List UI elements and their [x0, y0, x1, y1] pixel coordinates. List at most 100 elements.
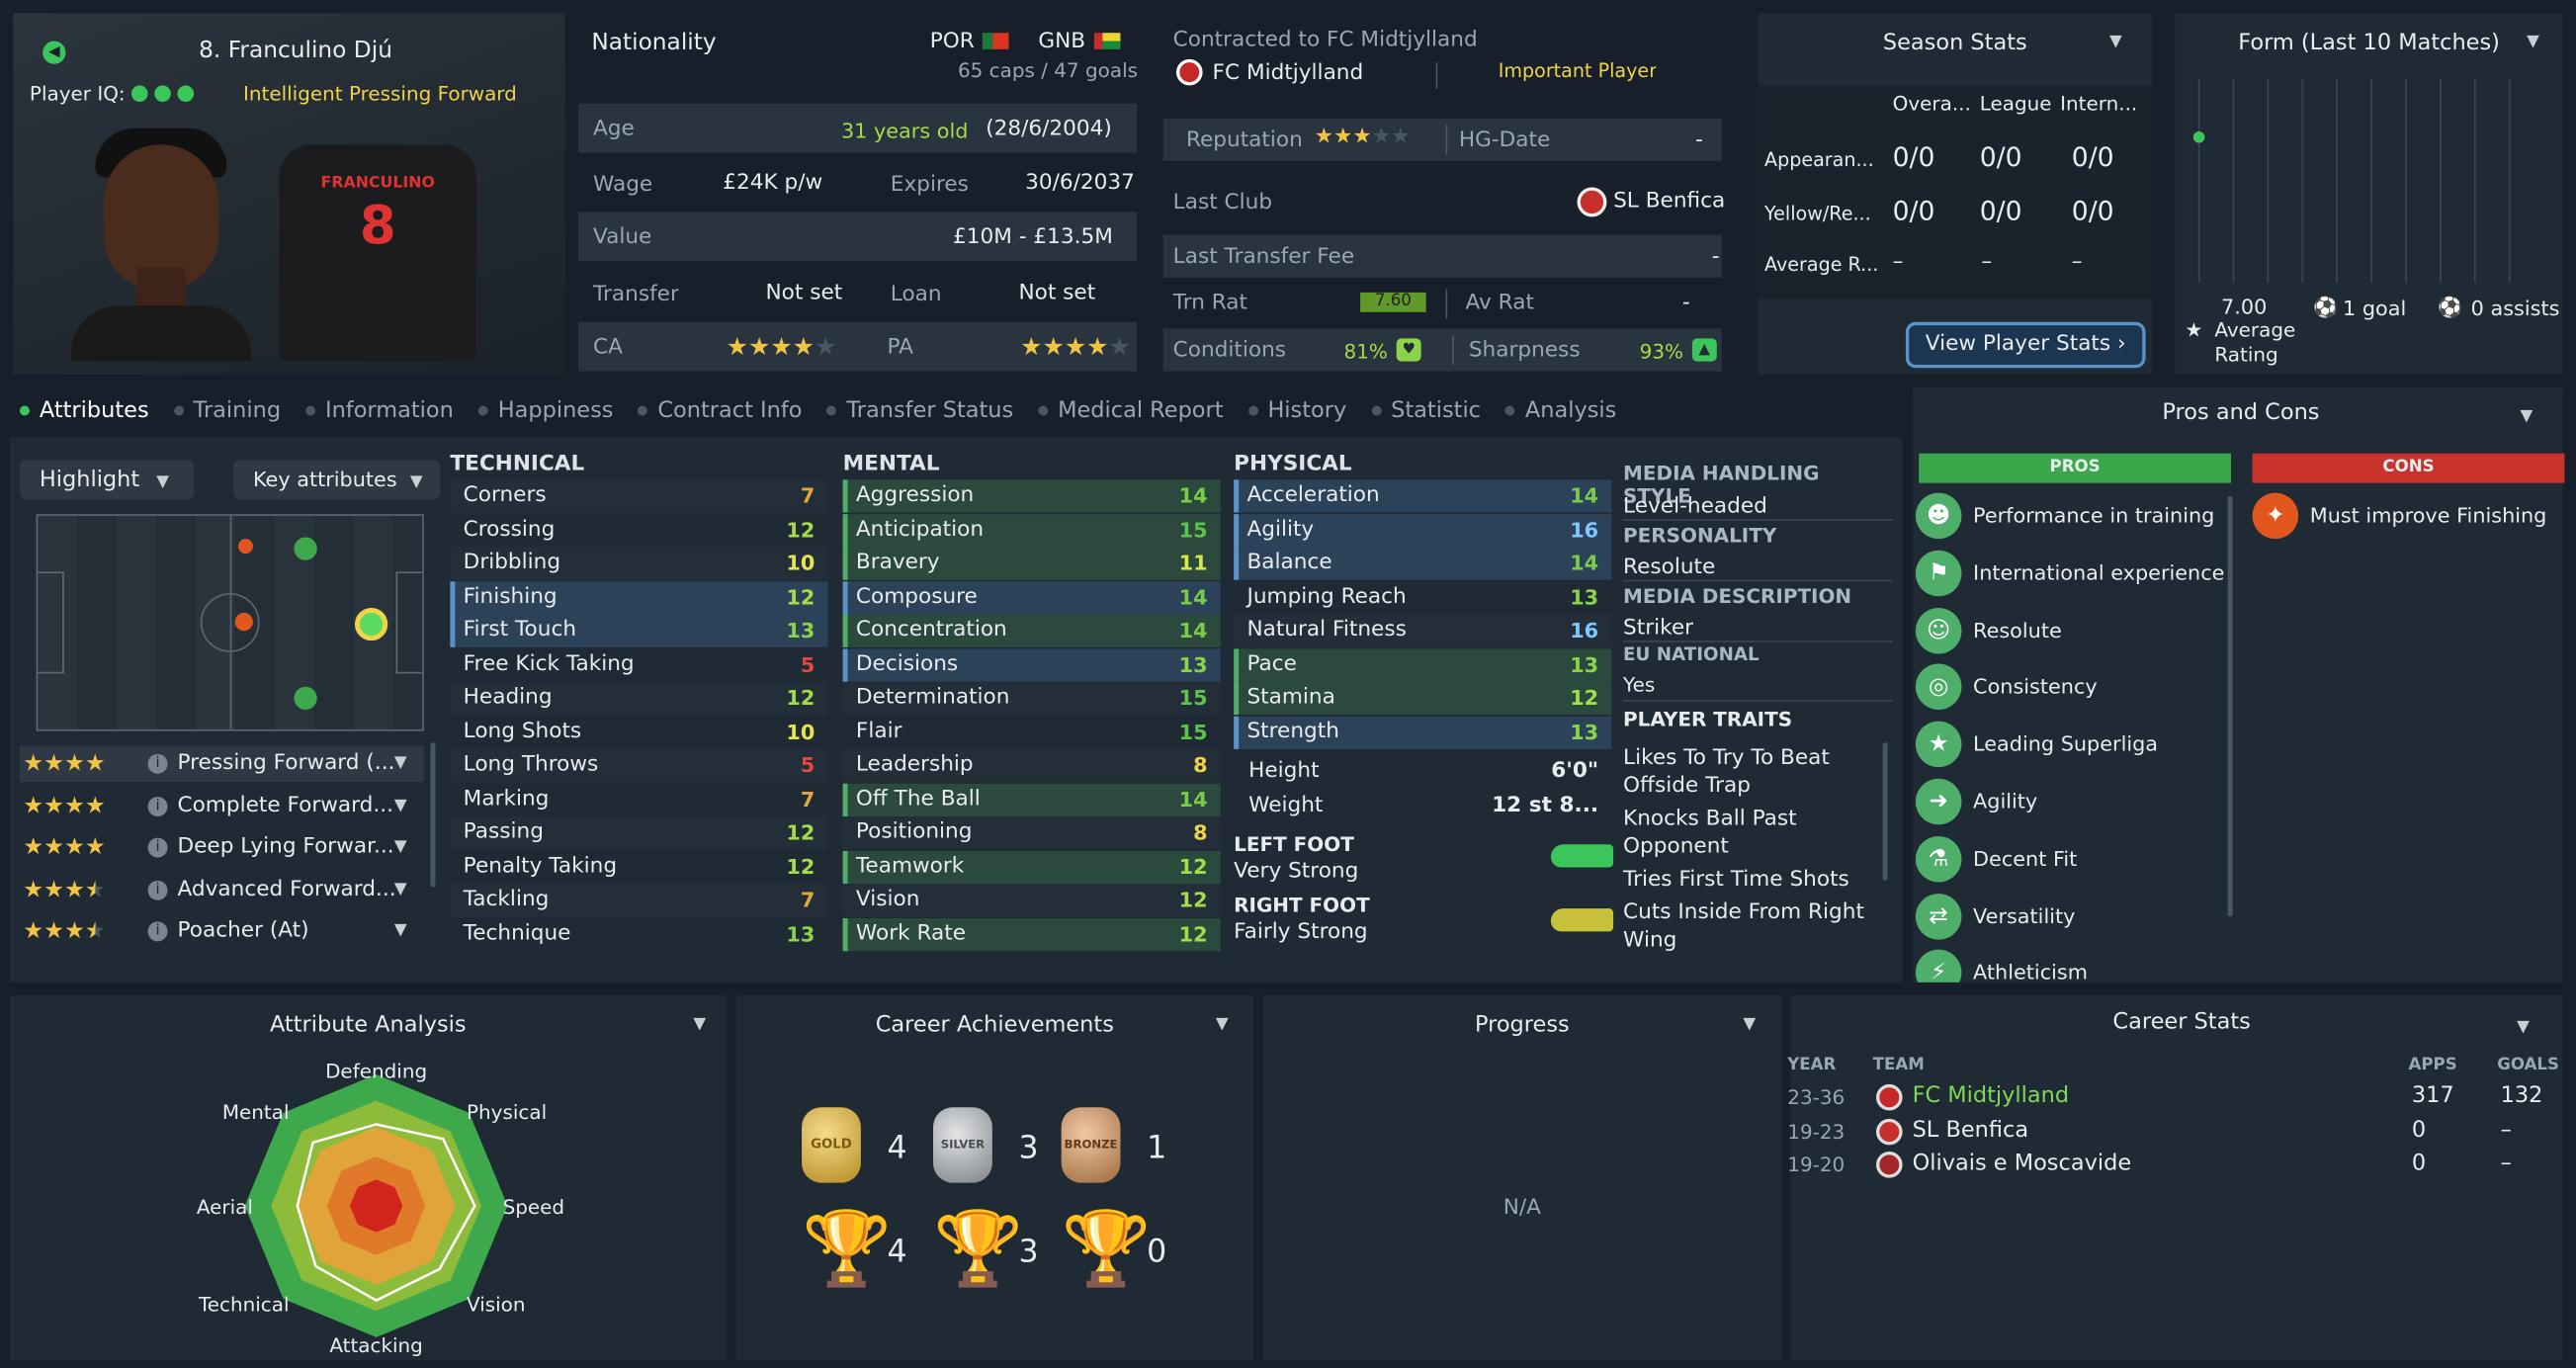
- chevron-down-icon[interactable]: ▼: [394, 829, 407, 866]
- attribute-row[interactable]: Off The Ball 14: [842, 782, 1221, 816]
- chevron-down-icon[interactable]: ▼: [2109, 33, 2122, 50]
- info-icon[interactable]: i: [147, 837, 168, 858]
- season-cell: 0/0: [1979, 140, 2022, 173]
- attribute-name: Long Shots: [463, 719, 582, 744]
- chevron-down-icon[interactable]: ▼: [1216, 1015, 1229, 1033]
- role-row[interactable]: ★★★★ i Pressing Forward (... ▼: [19, 745, 424, 783]
- nationality-2[interactable]: GNB: [1038, 30, 1085, 54]
- chevron-down-icon[interactable]: ▼: [2517, 1018, 2530, 1036]
- attribute-row[interactable]: Work Rate 12: [842, 917, 1221, 951]
- chevron-down-icon[interactable]: ▼: [2527, 33, 2539, 50]
- attribute-row[interactable]: Acceleration 14: [1234, 479, 1612, 513]
- attribute-row[interactable]: Technique 13: [450, 917, 827, 950]
- last-club-value[interactable]: SL Benfica: [1613, 189, 1725, 214]
- attribute-name: Stamina: [1246, 685, 1335, 710]
- attribute-row[interactable]: Penalty Taking 12: [450, 850, 827, 883]
- view-player-stats-label: View Player Stats: [1925, 331, 2111, 357]
- tab-history[interactable]: History: [1247, 397, 1346, 427]
- club-name[interactable]: FC Midtjylland: [1213, 60, 1364, 85]
- tab-information[interactable]: Information: [305, 397, 454, 427]
- info-icon[interactable]: i: [147, 753, 168, 774]
- attribute-row[interactable]: Stamina 12: [1234, 681, 1612, 715]
- role-row[interactable]: ★★★★ i Deep Lying Forwar... ▼: [20, 829, 424, 866]
- form-match-line: [2370, 78, 2372, 283]
- traits-scrollbar[interactable]: [1882, 742, 1888, 881]
- attribute-row[interactable]: Tackling 7: [450, 884, 828, 917]
- attribute-row[interactable]: Determination 15: [842, 681, 1221, 715]
- tab-contract-info[interactable]: Contract Info: [638, 397, 802, 427]
- physical-title: PHYSICAL: [1234, 452, 1352, 476]
- attribute-row[interactable]: Aggression 14: [842, 479, 1221, 513]
- attribute-value: 14: [1178, 583, 1208, 609]
- season-cell: 0/0: [2071, 140, 2114, 173]
- highlight-dropdown[interactable]: Highlight ▼: [19, 460, 195, 500]
- attribute-row[interactable]: First Touch 13: [450, 614, 828, 647]
- chevron-down-icon[interactable]: ▼: [1743, 1015, 1756, 1033]
- attribute-row[interactable]: Composure 14: [842, 580, 1221, 614]
- attribute-row[interactable]: Long Shots 10: [450, 716, 827, 748]
- role-row[interactable]: ★★★★ i Advanced Forward... ▼: [20, 872, 424, 908]
- attribute-row[interactable]: Marking 7: [450, 783, 827, 815]
- chevron-down-icon[interactable]: ▼: [394, 746, 407, 783]
- attribute-row[interactable]: Dribbling 10: [450, 547, 828, 580]
- career-team[interactable]: SL Benfica: [1913, 1116, 2029, 1143]
- attribute-row[interactable]: Pace 13: [1234, 647, 1612, 681]
- attribute-row[interactable]: Flair 15: [843, 716, 1221, 748]
- season-cell: 0/0: [1892, 140, 1935, 173]
- attribute-row[interactable]: Bravery 11: [842, 547, 1221, 580]
- tab-medical-report[interactable]: Medical Report: [1038, 397, 1223, 427]
- role-row[interactable]: ★★★★ i Poacher (At) ▼: [20, 913, 424, 950]
- pros-scrollbar[interactable]: [2227, 495, 2233, 917]
- attribute-row[interactable]: Heading 12: [450, 681, 828, 715]
- silver-label: SILVER: [940, 1138, 986, 1153]
- view-player-stats-button[interactable]: View Player Stats ›: [1905, 321, 2146, 369]
- info-icon[interactable]: i: [147, 880, 168, 899]
- tab-training[interactable]: Training: [174, 397, 282, 427]
- tab-statistic[interactable]: Statistic: [1371, 397, 1481, 427]
- info-icon[interactable]: i: [147, 921, 168, 942]
- attribute-row[interactable]: Jumping Reach 13: [1234, 581, 1611, 614]
- star-empty-icon: ★: [1391, 125, 1411, 150]
- attribute-row[interactable]: Vision 12: [842, 884, 1221, 917]
- form-avg-rating-label: Average Rating: [2214, 318, 2296, 367]
- attribute-row[interactable]: Corners 7: [450, 479, 828, 513]
- back-icon[interactable]: ◀: [43, 41, 66, 64]
- attribute-row[interactable]: Anticipation 15: [842, 513, 1221, 547]
- attribute-row[interactable]: Leadership 8: [842, 748, 1221, 783]
- chevron-down-icon[interactable]: ▼: [394, 872, 407, 908]
- attribute-row[interactable]: Concentration 14: [842, 614, 1221, 647]
- attribute-row[interactable]: Positioning 8: [842, 816, 1221, 850]
- attribute-row[interactable]: Teamwork 12: [842, 850, 1221, 884]
- role-stars: ★★★★: [23, 829, 106, 866]
- tab-happiness[interactable]: Happiness: [478, 397, 614, 427]
- attribute-row[interactable]: Crossing 12: [450, 513, 827, 546]
- career-team[interactable]: FC Midtjylland: [1913, 1082, 2070, 1109]
- role-row[interactable]: ★★★★ i Complete Forward... ▼: [20, 788, 424, 824]
- key-attributes-dropdown[interactable]: Key attributes ▼: [233, 460, 441, 500]
- tab-analysis[interactable]: Analysis: [1505, 397, 1616, 427]
- attribute-row[interactable]: Finishing 12: [450, 580, 828, 614]
- wage-value: £24K p/w: [723, 170, 823, 196]
- attribute-row[interactable]: Natural Fitness 16: [1234, 614, 1612, 647]
- career-team[interactable]: Olivais e Moscavide: [1913, 1150, 2132, 1176]
- attribute-row[interactable]: Decisions 13: [842, 647, 1221, 681]
- attribute-row[interactable]: Balance 14: [1234, 547, 1612, 580]
- roles-scrollbar[interactable]: [430, 742, 436, 888]
- chevron-down-icon[interactable]: ▼: [2521, 407, 2533, 425]
- contracted-to: Contracted to FC Midtjylland: [1172, 28, 1478, 53]
- divider: [1623, 641, 1893, 642]
- info-column: MEDIA HANDLING STYLE Level-headed PERSON…: [1623, 454, 1893, 973]
- attribute-value: 13: [786, 920, 816, 946]
- attribute-row[interactable]: Agility 16: [1234, 513, 1612, 547]
- nationality-1[interactable]: POR: [930, 30, 975, 54]
- attribute-row[interactable]: Passing 12: [450, 816, 828, 850]
- attribute-row[interactable]: Long Throws 5: [450, 748, 828, 783]
- attribute-row[interactable]: Free Kick Taking 5: [450, 648, 827, 681]
- tab-attributes[interactable]: Attributes: [20, 397, 149, 427]
- chevron-down-icon[interactable]: ▼: [394, 788, 407, 824]
- tab-transfer-status[interactable]: Transfer Status: [826, 397, 1013, 427]
- attribute-row[interactable]: Strength 13: [1234, 715, 1612, 749]
- role-name: Poacher (At): [177, 918, 309, 943]
- info-icon[interactable]: i: [147, 796, 168, 816]
- chevron-down-icon[interactable]: ▼: [394, 913, 407, 950]
